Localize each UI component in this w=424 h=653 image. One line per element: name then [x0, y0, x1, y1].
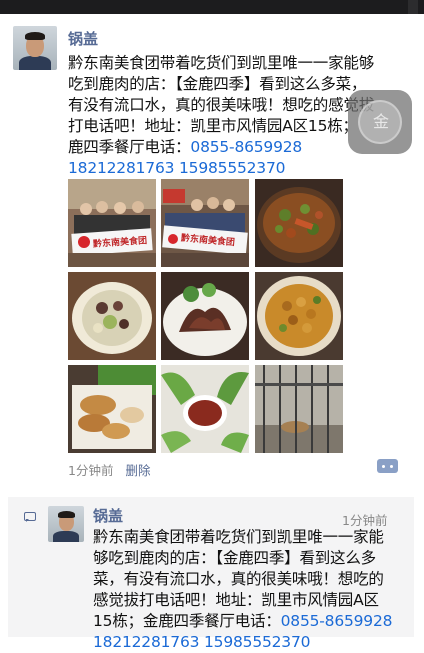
fried-food-photo[interactable] [68, 365, 156, 453]
phone-link[interactable]: 15985552370 [179, 159, 285, 177]
phone-link[interactable]: 18212281763 [93, 633, 199, 651]
beans-dish-photo[interactable] [255, 272, 343, 360]
deer-cage-photo[interactable] [255, 365, 343, 453]
repost-text: 黔东南美食团带着吃货们到凯里唯一一家能 够吃到鹿肉的店：【金鹿四季】看到这么多 … [93, 527, 413, 653]
more-options-icon[interactable] [377, 459, 398, 473]
repost-text-line: 够吃到鹿肉的店：【金鹿四季】看到这么多 [93, 549, 376, 567]
delete-button[interactable]: 删除 [125, 463, 150, 478]
phone-link[interactable]: 18212281763 [68, 159, 174, 177]
group-banner-photo-2[interactable]: 黔东南美食团 [161, 179, 249, 267]
phone-link[interactable]: 0855-8659928 [281, 612, 393, 630]
repost-text-line: 15栋；金鹿四季餐厅电话：0855-8659928 [93, 611, 413, 632]
phone-link[interactable]: 0855-8659928 [190, 138, 302, 156]
greens-dip-photo[interactable] [161, 365, 249, 453]
repost-text-segment: 15栋；金鹿四季餐厅电话： [93, 612, 281, 630]
repost-text-line: 黔东南美食团带着吃货们到凯里唯一一家能 [93, 528, 384, 546]
avatar[interactable] [13, 26, 57, 70]
author-name[interactable]: 锅盖 [68, 28, 98, 49]
repost-text-line: 感觉拔打电话吧！地址：凯里市风情园A区 [93, 591, 379, 609]
mushroom-dish-photo[interactable] [161, 272, 249, 360]
post-timestamp: 1分钟前 [68, 463, 114, 478]
stew-pot-photo[interactable] [255, 179, 343, 267]
status-indicator [408, 0, 418, 14]
assistive-glyph: 金 [373, 112, 390, 131]
phone-link[interactable]: 15985552370 [204, 633, 310, 651]
post-text-segment: 鹿四季餐厅电话： [68, 138, 191, 156]
repost-text-line: 18212281763 15985552370 [93, 632, 413, 653]
avatar[interactable] [48, 506, 84, 542]
post-text-line: 黔东南美食团带着吃货们到凯里唯一一家能够 [68, 54, 375, 72]
post-text-line: 18212281763 15985552370 [68, 158, 418, 179]
plated-dish-photo[interactable] [68, 272, 156, 360]
comment-icon [24, 512, 36, 522]
floating-assistive-button[interactable]: 金 [348, 90, 412, 154]
group-banner-photo[interactable]: 黔东南美食团 [68, 179, 156, 267]
repost-text-line: 菜，有没有流口水，真的很美味哦！想吃的 [93, 570, 384, 588]
post-meta: 1分钟前 删除 [68, 460, 150, 479]
author-name[interactable]: 锅盖 [93, 505, 123, 526]
status-bar [0, 0, 424, 14]
